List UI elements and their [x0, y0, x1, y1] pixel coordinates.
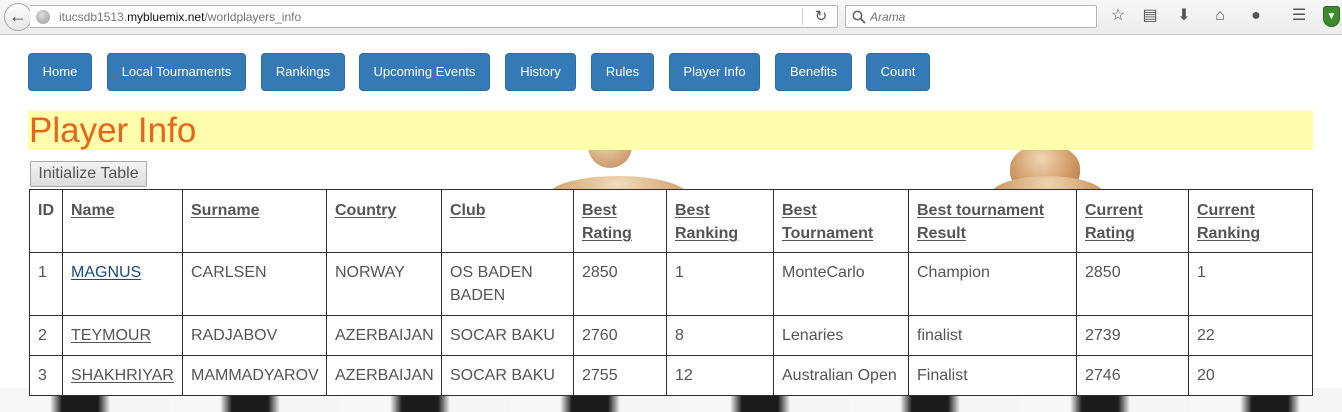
- cell-current-rating: 2850: [1076, 252, 1189, 316]
- cell-current-ranking: 22: [1188, 315, 1313, 356]
- cell-club: SOCAR BAKU: [441, 355, 574, 396]
- url-divider: [802, 8, 803, 25]
- column-header-country[interactable]: Country: [326, 189, 442, 253]
- column-header-best-tournament[interactable]: Best Tournament: [773, 189, 909, 253]
- table-row: 1 MAGNUS CARLSEN NORWAY OS BADEN BADEN 2…: [29, 252, 1313, 316]
- url-text: itucsdb1513.mybluemix.net/worldplayers_i…: [59, 10, 302, 24]
- nav-player-info-button[interactable]: Player Info: [669, 53, 760, 91]
- player-name-link[interactable]: SHAKHRIYAR: [71, 367, 174, 384]
- search-input[interactable]: [870, 8, 1092, 25]
- address-bar[interactable]: itucsdb1513.mybluemix.net/worldplayers_i…: [30, 5, 838, 28]
- cell-country: AZERBAIJAN: [326, 315, 442, 356]
- cell-club: SOCAR BAKU: [441, 315, 574, 356]
- page-title: Player Info: [29, 111, 197, 150]
- cell-surname: MAMMADYAROV: [182, 355, 327, 396]
- cell-best-tournament: Lenaries: [773, 315, 909, 356]
- shield-icon[interactable]: ▼: [1323, 6, 1340, 27]
- nav-local-tournaments-button[interactable]: Local Tournaments: [107, 53, 246, 91]
- cell-name: TEYMOUR: [62, 315, 183, 356]
- players-table: ID Name Surname Country Club Best Rating…: [29, 189, 1313, 396]
- downloads-icon[interactable]: ⬇: [1173, 5, 1195, 27]
- cell-surname: RADJABOV: [182, 315, 327, 356]
- cell-best-tournament-result: Champion: [908, 252, 1077, 316]
- cell-best-rating: 2850: [573, 252, 667, 316]
- table-row: 3 SHAKHRIYAR MAMMADYAROV AZERBAIJAN SOCA…: [29, 355, 1313, 396]
- column-header-current-rating[interactable]: Current Rating: [1076, 189, 1189, 253]
- cell-current-ranking: 20: [1188, 355, 1313, 396]
- column-header-current-ranking[interactable]: Current Ranking: [1188, 189, 1313, 253]
- nav-rankings-button[interactable]: Rankings: [261, 53, 345, 91]
- player-name-link[interactable]: TEYMOUR: [71, 327, 151, 344]
- column-header-name[interactable]: Name: [62, 189, 183, 253]
- column-header-surname[interactable]: Surname: [182, 189, 327, 253]
- player-name-link[interactable]: MAGNUS: [71, 264, 141, 281]
- cell-country: NORWAY: [326, 252, 442, 316]
- table-header-row: ID Name Surname Country Club Best Rating…: [29, 189, 1313, 253]
- cell-name: SHAKHRIYAR: [62, 355, 183, 396]
- cell-id: 3: [29, 355, 63, 396]
- bookmark-star-icon[interactable]: ☆: [1107, 5, 1129, 27]
- chat-icon[interactable]: ●: [1245, 5, 1267, 27]
- nav-home-button[interactable]: Home: [28, 53, 92, 91]
- cell-id: 1: [29, 252, 63, 316]
- menu-icon[interactable]: ☰: [1288, 5, 1310, 27]
- column-header-id: ID: [29, 189, 63, 253]
- cell-id: 2: [29, 315, 63, 356]
- cell-best-tournament: MonteCarlo: [773, 252, 909, 316]
- cell-current-ranking: 1: [1188, 252, 1313, 316]
- page-title-bar: Player Info: [28, 111, 1313, 150]
- cell-club: OS BADEN BADEN: [441, 252, 574, 316]
- initialize-table-button[interactable]: Initialize Table: [30, 161, 147, 187]
- nav-rules-button[interactable]: Rules: [591, 53, 654, 91]
- cell-best-tournament-result: finalist: [908, 315, 1077, 356]
- cell-best-ranking: 12: [666, 355, 774, 396]
- cell-best-tournament-result: Finalist: [908, 355, 1077, 396]
- cell-country: AZERBAIJAN: [326, 355, 442, 396]
- cell-best-rating: 2760: [573, 315, 667, 356]
- nav-history-button[interactable]: History: [505, 53, 576, 91]
- reload-icon[interactable]: ↻: [809, 7, 833, 27]
- globe-icon: [36, 10, 50, 24]
- cell-best-ranking: 8: [666, 315, 774, 356]
- nav-count-button[interactable]: Count: [866, 53, 930, 91]
- back-button[interactable]: ←: [4, 3, 32, 31]
- reading-list-icon[interactable]: ▤: [1139, 5, 1161, 27]
- cell-current-rating: 2746: [1076, 355, 1189, 396]
- nav-benefits-button[interactable]: Benefits: [775, 53, 852, 91]
- browser-toolbar: ← itucsdb1513.mybluemix.net/worldplayers…: [0, 0, 1342, 35]
- nav-upcoming-events-button[interactable]: Upcoming Events: [359, 53, 490, 91]
- column-header-best-rating[interactable]: Best Rating: [573, 189, 667, 253]
- column-header-club[interactable]: Club: [441, 189, 574, 253]
- column-header-best-tournament-result[interactable]: Best tournament Result: [908, 189, 1077, 253]
- cell-best-ranking: 1: [666, 252, 774, 316]
- cell-current-rating: 2739: [1076, 315, 1189, 356]
- cell-best-tournament: Australian Open: [773, 355, 909, 396]
- home-icon[interactable]: ⌂: [1209, 5, 1231, 27]
- search-box[interactable]: [845, 5, 1097, 28]
- column-header-best-ranking[interactable]: Best Ranking: [666, 189, 774, 253]
- cell-name: MAGNUS: [62, 252, 183, 316]
- cell-best-rating: 2755: [573, 355, 667, 396]
- search-icon: [852, 10, 866, 24]
- cell-surname: CARLSEN: [182, 252, 327, 316]
- table-row: 2 TEYMOUR RADJABOV AZERBAIJAN SOCAR BAKU…: [29, 315, 1313, 356]
